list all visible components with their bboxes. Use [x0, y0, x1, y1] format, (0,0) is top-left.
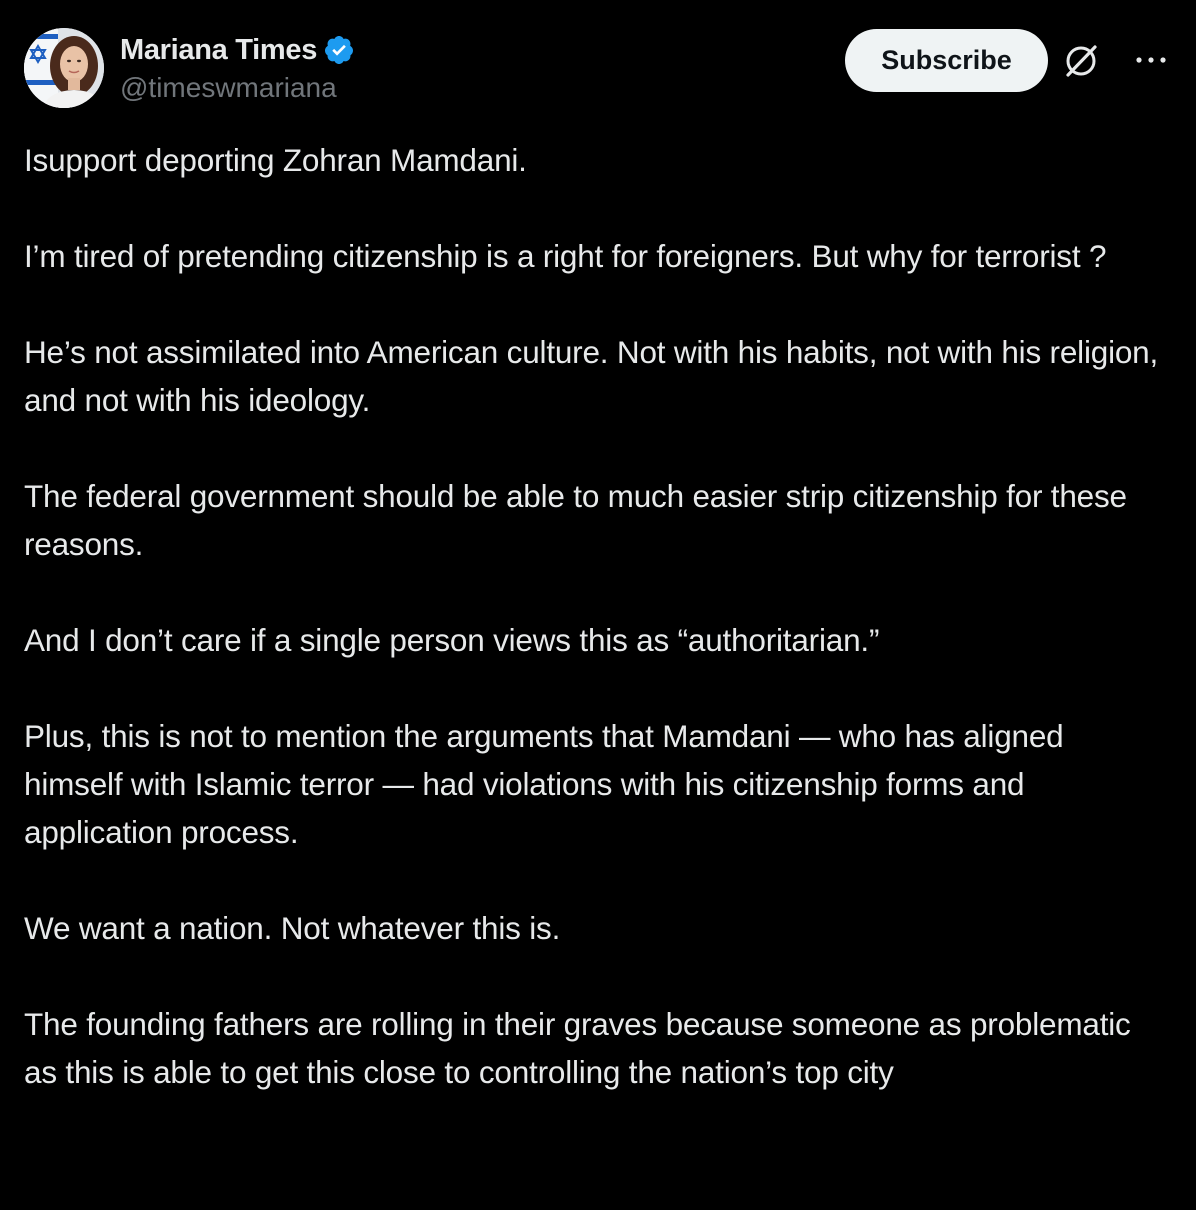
post-header: Mariana Times @timeswmariana Subscribe	[24, 28, 1172, 110]
post-paragraph: He’s not assimilated into American cultu…	[24, 334, 1159, 418]
more-options-icon[interactable]	[1134, 50, 1168, 70]
post-paragraph: The founding fathers are rolling in thei…	[24, 1006, 1131, 1090]
post-paragraph: The federal government should be able to…	[24, 478, 1127, 562]
subscribe-button[interactable]: Subscribe	[845, 29, 1048, 92]
post-paragraph: Isupport deporting Zohran Mamdani.	[24, 142, 527, 178]
display-name-row: Mariana Times	[120, 32, 355, 68]
avatar-image	[24, 28, 104, 108]
verified-badge-icon[interactable]	[323, 34, 355, 66]
author-handle[interactable]: @timeswmariana	[120, 72, 355, 104]
display-name[interactable]: Mariana Times	[120, 34, 317, 67]
post-paragraph: We want a nation. Not whatever this is.	[24, 910, 561, 946]
post-paragraph: I’m tired of pretending citizenship is a…	[24, 238, 1107, 274]
post-paragraph: Plus, this is not to mention the argumen…	[24, 718, 1064, 850]
author-names: Mariana Times @timeswmariana	[120, 32, 355, 104]
post-text: Isupport deporting Zohran Mamdani. I’m t…	[24, 136, 1164, 1144]
post-paragraph: And I don’t care if a single person view…	[24, 622, 880, 658]
avatar[interactable]	[24, 28, 104, 108]
grok-icon[interactable]	[1062, 42, 1100, 80]
